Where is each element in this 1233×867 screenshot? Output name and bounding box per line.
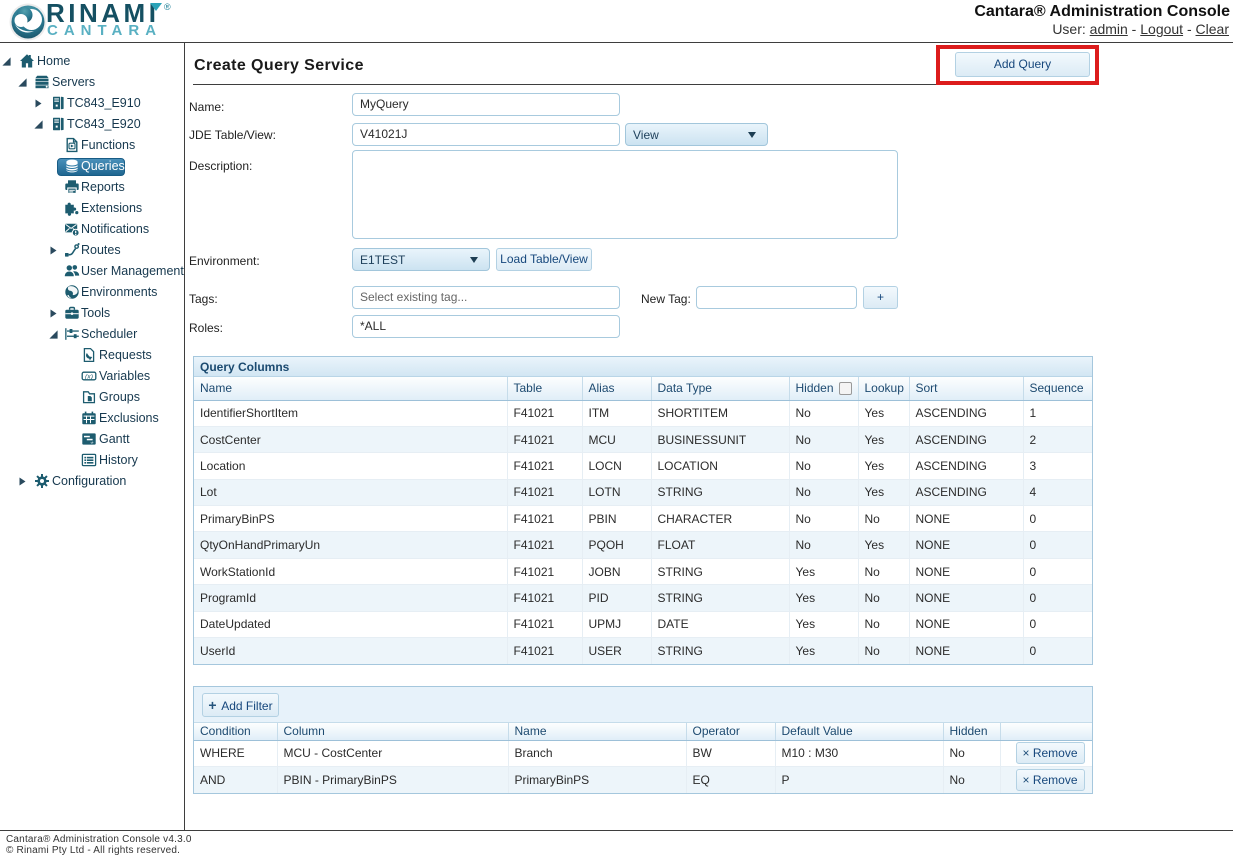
svg-text:(x): (x) <box>85 373 93 380</box>
